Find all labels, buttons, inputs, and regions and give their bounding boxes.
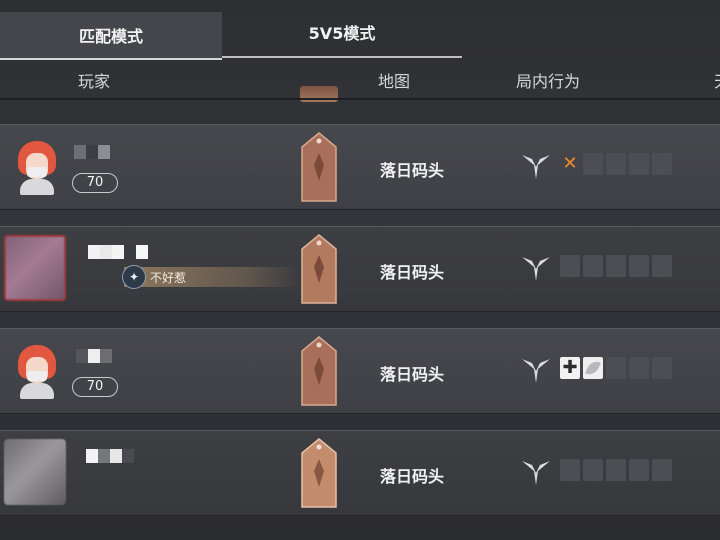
table-row[interactable]: ✦ 不好惹 落日码头 <box>0 226 720 312</box>
avatar[interactable] <box>4 439 66 505</box>
empty-slot <box>583 153 603 175</box>
column-map: 地图 <box>378 72 411 91</box>
map-card <box>300 233 338 305</box>
column-cut-off: 天 <box>714 68 720 92</box>
empty-slot <box>629 357 649 379</box>
wolf-icon: ✦ <box>122 265 146 289</box>
tab-5v5-mode[interactable]: 5V5模式 <box>222 8 462 58</box>
wing-icon <box>520 353 552 385</box>
empty-slot <box>606 153 626 175</box>
title-badge-label: 不好惹 <box>150 270 187 285</box>
map-name: 落日码头 <box>380 467 445 486</box>
behavior-slots: ✚ <box>560 357 675 379</box>
empty-slot <box>606 459 626 481</box>
behavior-slots <box>560 255 675 277</box>
level-badge: 70 <box>72 377 118 397</box>
wing-icon <box>520 251 552 283</box>
map-name: 落日码头 <box>380 263 445 282</box>
mode-tabs: 匹配模式 5V5模式 <box>0 0 720 62</box>
title-badge: ✦ 不好惹 <box>122 265 300 289</box>
column-header: 玩家 地图 局内行为 天 <box>0 62 720 98</box>
empty-slot <box>652 459 672 481</box>
behavior-slots <box>560 459 675 481</box>
empty-slot <box>652 255 672 277</box>
empty-slot <box>652 153 672 175</box>
empty-slot <box>629 459 649 481</box>
table-row[interactable]: 70 落日码头 ✕ <box>0 124 720 210</box>
column-behavior: 局内行为 <box>516 72 581 91</box>
wing-icon <box>520 149 552 181</box>
header-divider <box>0 98 720 100</box>
avatar[interactable] <box>4 235 66 301</box>
plus-icon: ✚ <box>560 357 580 379</box>
x-icon: ✕ <box>562 153 578 174</box>
empty-slot <box>560 255 580 277</box>
empty-slot <box>629 153 649 175</box>
map-name: 落日码头 <box>380 365 445 384</box>
empty-slot <box>606 255 626 277</box>
player-name-pixelated <box>74 145 110 159</box>
tab-match-mode[interactable]: 匹配模式 <box>0 12 222 60</box>
player-name-pixelated <box>86 449 134 463</box>
player-name-pixelated <box>88 245 148 259</box>
avatar[interactable] <box>14 345 60 399</box>
empty-slot <box>583 459 603 481</box>
table-row[interactable]: 落日码头 <box>0 430 720 516</box>
map-name: 落日码头 <box>380 161 445 180</box>
empty-slot <box>583 255 603 277</box>
empty-slot <box>606 357 626 379</box>
column-player: 玩家 <box>78 72 111 91</box>
empty-slot <box>560 459 580 481</box>
map-card <box>300 131 338 203</box>
wing-icon <box>520 455 552 487</box>
level-badge: 70 <box>72 173 118 193</box>
map-card <box>300 335 338 407</box>
empty-slot <box>629 255 649 277</box>
table-row[interactable]: 70 落日码头 ✚ <box>0 328 720 414</box>
leaf-icon <box>583 357 603 379</box>
empty-slot <box>652 357 672 379</box>
avatar[interactable] <box>14 141 60 195</box>
map-card <box>300 437 338 509</box>
player-name-pixelated <box>76 349 112 363</box>
behavior-slots: ✕ <box>560 153 675 175</box>
